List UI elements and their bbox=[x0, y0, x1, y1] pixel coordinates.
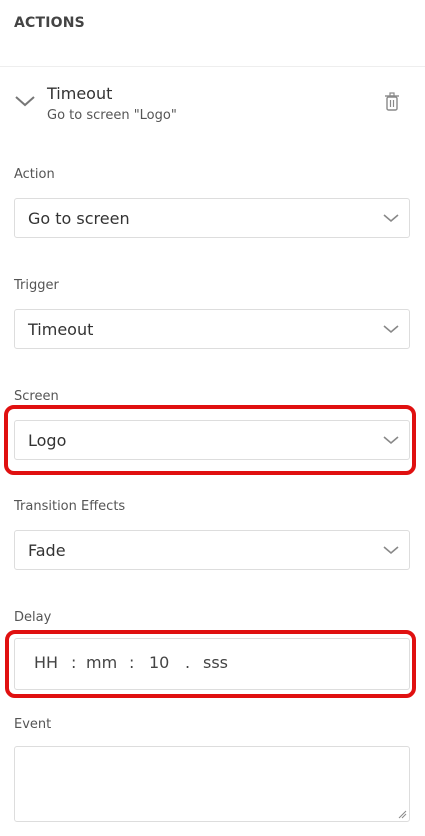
action-item-header[interactable]: Timeout Go to screen "Logo" bbox=[14, 82, 412, 128]
delay-separator: : bbox=[129, 653, 135, 672]
event-textarea[interactable] bbox=[14, 746, 410, 822]
screen-select[interactable]: Logo bbox=[14, 420, 410, 460]
delay-seconds[interactable]: 10 bbox=[149, 653, 169, 672]
transition-select[interactable]: Fade bbox=[14, 530, 410, 570]
delay-minutes[interactable]: mm bbox=[86, 653, 117, 672]
event-label: Event bbox=[14, 717, 52, 732]
screen-select-value: Logo bbox=[28, 431, 67, 450]
delay-hours[interactable]: HH bbox=[34, 653, 58, 672]
action-name: Timeout bbox=[47, 84, 113, 103]
trigger-select-value: Timeout bbox=[28, 320, 94, 339]
chevron-down-icon[interactable] bbox=[14, 94, 36, 108]
trigger-label: Trigger bbox=[14, 278, 59, 293]
chevron-down-icon bbox=[383, 436, 399, 445]
action-select-value: Go to screen bbox=[28, 209, 130, 228]
screen-label: Screen bbox=[14, 389, 59, 404]
delay-separator: : bbox=[71, 653, 77, 672]
delay-label: Delay bbox=[14, 610, 52, 625]
actions-panel: ACTIONS Timeout Go to screen "Logo" Acti… bbox=[0, 0, 425, 836]
action-label: Action bbox=[14, 167, 55, 182]
chevron-down-icon bbox=[383, 214, 399, 223]
section-title: ACTIONS bbox=[14, 15, 85, 31]
trash-icon[interactable] bbox=[384, 92, 400, 112]
resize-grip-icon[interactable] bbox=[397, 809, 407, 819]
chevron-down-icon bbox=[383, 325, 399, 334]
divider bbox=[0, 66, 425, 67]
action-summary: Go to screen "Logo" bbox=[47, 108, 177, 123]
transition-label: Transition Effects bbox=[14, 499, 126, 514]
trigger-select[interactable]: Timeout bbox=[14, 309, 410, 349]
chevron-down-icon bbox=[383, 546, 399, 555]
delay-milliseconds[interactable]: sss bbox=[203, 653, 228, 672]
delay-input[interactable]: HH : mm : 10 . sss bbox=[14, 638, 410, 690]
action-select[interactable]: Go to screen bbox=[14, 198, 410, 238]
delay-separator: . bbox=[185, 653, 191, 672]
transition-select-value: Fade bbox=[28, 541, 66, 560]
